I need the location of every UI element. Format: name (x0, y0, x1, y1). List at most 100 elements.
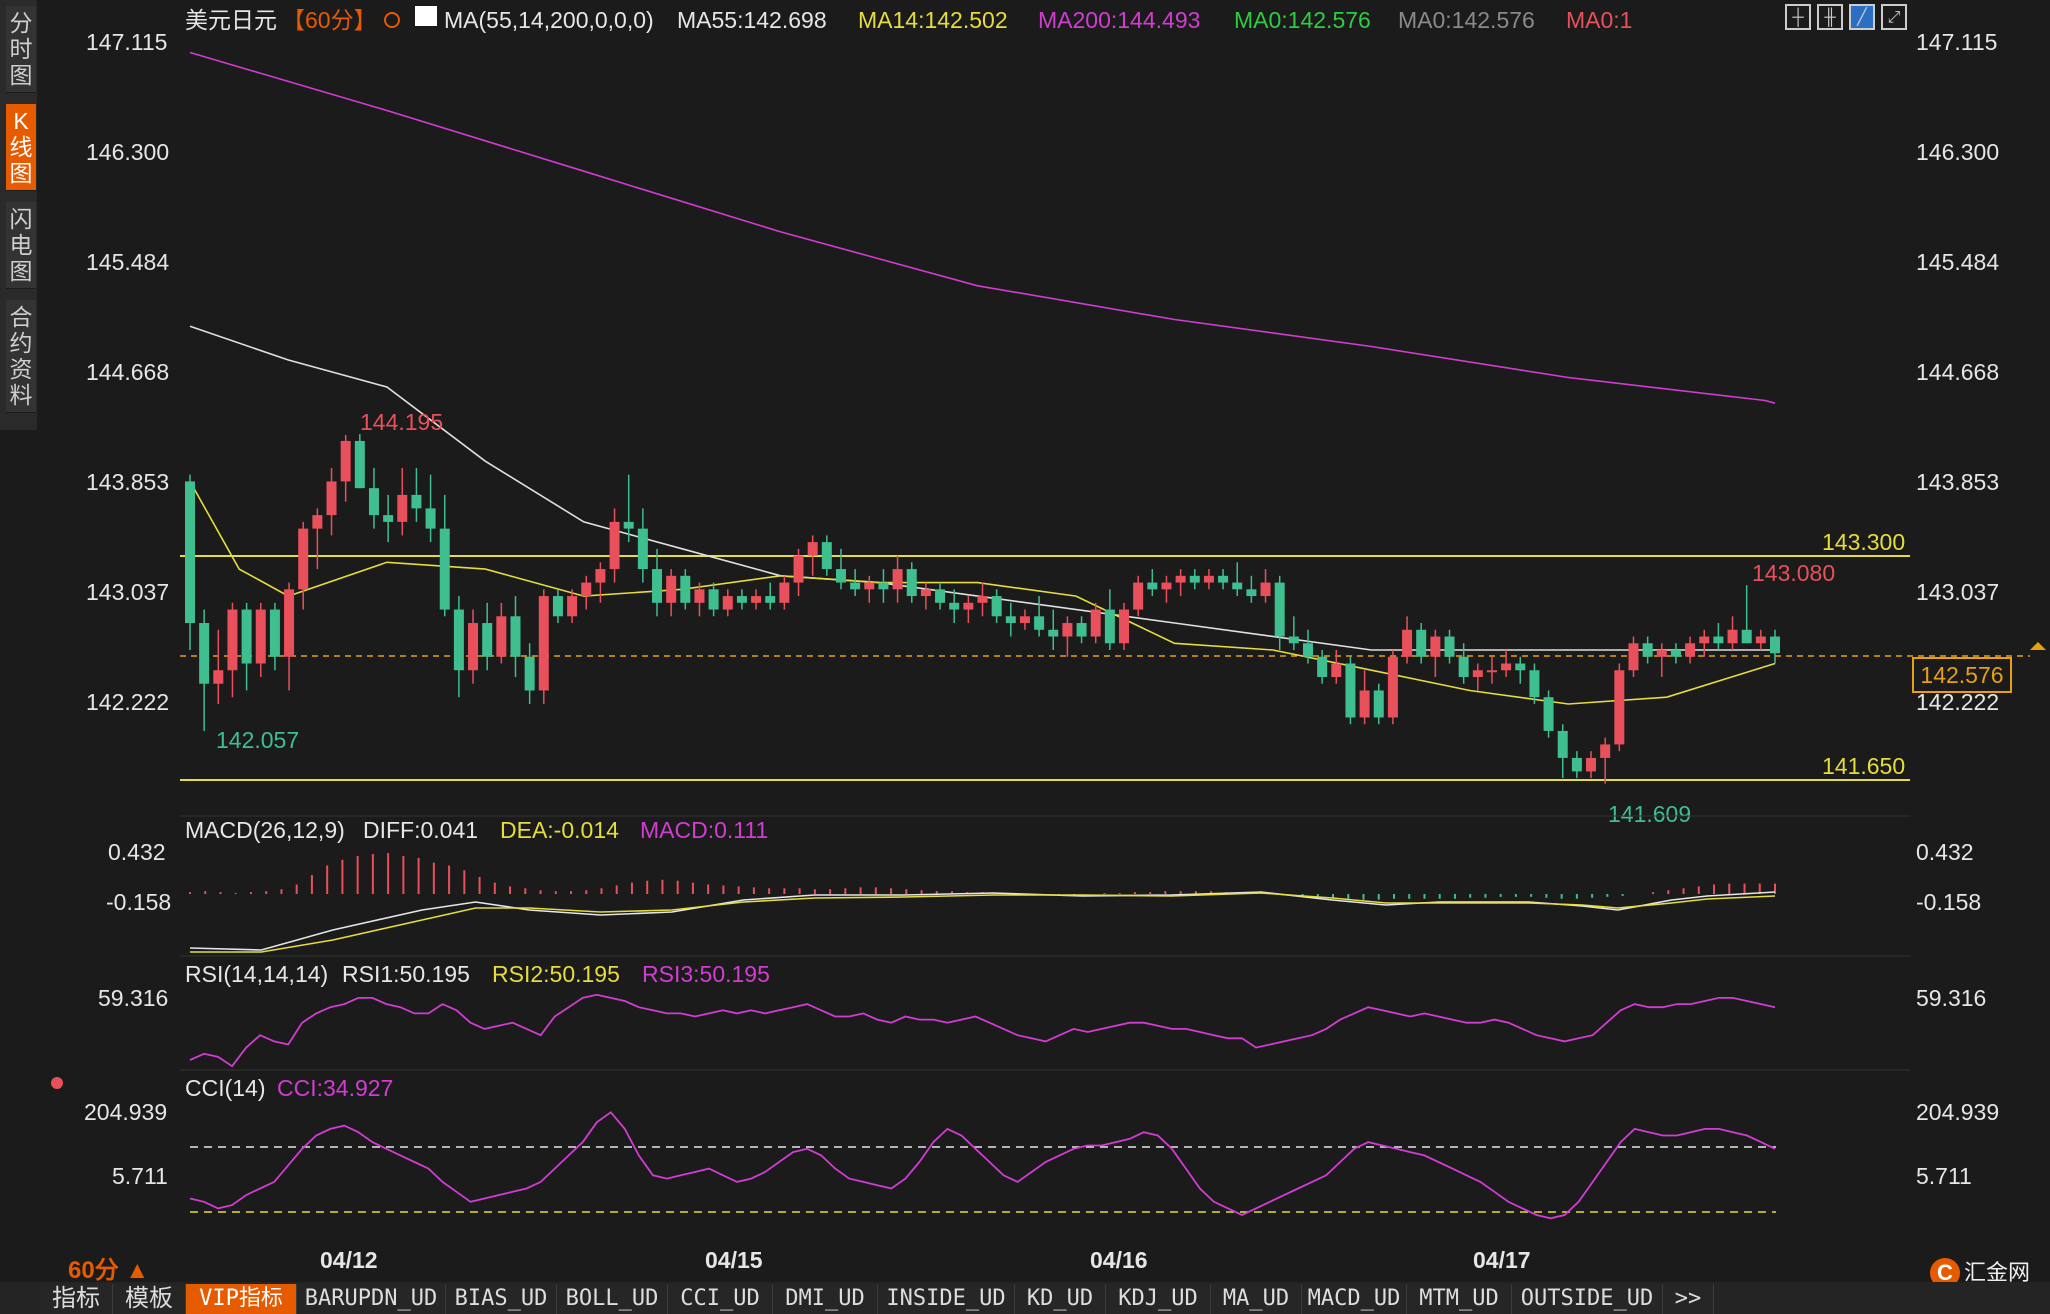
ma14-value: MA14:142.502 (858, 7, 1008, 33)
price-tick-right: 144.668 (1916, 359, 1999, 385)
price-tick-right: 146.300 (1916, 139, 1999, 165)
low2-annotation: 141.609 (1608, 801, 1691, 827)
candle-body (284, 589, 295, 657)
candle-body (1543, 697, 1554, 731)
candle-body (340, 440, 351, 482)
candle-body (595, 569, 606, 583)
price-tick-left: 144.668 (86, 359, 169, 385)
cci-axis-bottom-right: 5.711 (1916, 1163, 1972, 1189)
candle-body (510, 616, 521, 657)
candle-body (1444, 636, 1455, 657)
chart-canvas[interactable]: 美元日元 【60分】 MA(55,14,200,0,0,0) MA55:142.… (0, 0, 2050, 1282)
indicator-tab-6[interactable]: CCI_UD (668, 1284, 773, 1314)
rsi1-value: RSI1:50.195 (342, 961, 470, 987)
candle-body (496, 616, 507, 657)
date-label-1: 04/12 (320, 1247, 378, 1273)
candle-body (383, 515, 394, 522)
candle-body (1515, 663, 1526, 671)
candle-body (397, 494, 408, 522)
indicator-tab-11[interactable]: MA_UD (1211, 1284, 1302, 1314)
price-tick-left: 145.484 (86, 249, 169, 275)
candle-body (439, 528, 450, 610)
low-annotation: 142.057 (216, 727, 299, 753)
indicator-tab-2[interactable]: VIP指标 (186, 1284, 297, 1314)
macd-title: MACD(26,12,9) (185, 817, 345, 843)
main-legend: 美元日元 【60分】 MA(55,14,200,0,0,0) MA55:142.… (185, 6, 1632, 33)
candle-body (241, 609, 252, 664)
price-tick-right: 143.853 (1916, 469, 1999, 495)
price-tick-left: 146.300 (86, 139, 169, 165)
candle-body (807, 542, 818, 556)
candle-body (1713, 636, 1724, 644)
indicator-tab-13[interactable]: MTM_UD (1407, 1284, 1512, 1314)
candle-body (255, 609, 266, 664)
candle-body (524, 656, 535, 691)
candle-body (906, 569, 917, 597)
current-price-arrow-icon (2030, 642, 2046, 650)
candle-body (227, 609, 238, 671)
price-tick-left: 143.853 (86, 469, 169, 495)
indicator-tab-15[interactable]: >> (1663, 1284, 1714, 1314)
price-axis-right: 147.115 146.300 145.484 144.668 143.853 143.0… (1916, 29, 1999, 715)
price-tick-left: 143.037 (86, 579, 169, 605)
candle-body (637, 528, 648, 570)
candle-body (779, 582, 790, 603)
rsi-plot (189, 993, 1776, 1068)
indicator-tab-0[interactable]: 指标 (40, 1284, 113, 1314)
candle-body (411, 494, 422, 509)
indicator-tab-4[interactable]: BIAS_UD (446, 1284, 557, 1314)
candle-body (1203, 575, 1214, 583)
candle-body (1331, 663, 1342, 677)
candle-body (1741, 629, 1752, 644)
period-selector[interactable]: 60分 ▲ (68, 1250, 149, 1285)
candle-body (1317, 656, 1328, 677)
indicator-tab-8[interactable]: INSIDE_UD (878, 1284, 1015, 1314)
settings-icon[interactable] (384, 12, 400, 28)
candle-body (1670, 650, 1681, 657)
cci-axis-bottom-left: 5.711 (112, 1163, 168, 1189)
indicator-tab-3[interactable]: BARUPDN_UD (297, 1284, 446, 1314)
macd-diff-line (189, 891, 1776, 951)
candle-body (793, 555, 804, 583)
candle-body (991, 596, 1002, 617)
candle-body (354, 440, 365, 489)
high2-annotation: 143.080 (1752, 560, 1835, 586)
price-tick-left: 147.115 (86, 29, 167, 55)
macd-macd: MACD:0.111 (640, 817, 768, 843)
candle-body (1218, 575, 1229, 583)
candle-body (1345, 663, 1356, 718)
current-price-tag: 142.576 (1912, 657, 2012, 693)
candle-body (1288, 636, 1299, 644)
candle-body (581, 582, 592, 597)
candle-body (1104, 609, 1115, 644)
macd-axis-bottom-right: -0.158 (1916, 889, 1981, 915)
rsi-legend: RSI(14,14,14) RSI1:50.195 RSI2:50.195 RS… (185, 961, 770, 987)
indicator-tab-10[interactable]: KDJ_UD (1106, 1284, 1211, 1314)
indicator-tab-12[interactable]: MACD_UD (1302, 1284, 1407, 1314)
macd-axis-top-right: 0.432 (1916, 839, 1974, 865)
candle-body (1472, 670, 1483, 677)
indicator-tab-5[interactable]: BOLL_UD (557, 1284, 668, 1314)
candle-body (1699, 636, 1710, 644)
rsi2-value: RSI2:50.195 (492, 961, 620, 987)
candle-body (298, 528, 309, 590)
candle-body (453, 609, 464, 671)
record-icon[interactable] (51, 1077, 63, 1089)
candle-body (963, 602, 974, 610)
indicator-tab-14[interactable]: OUTSIDE_UD (1512, 1284, 1663, 1314)
candle-body (708, 589, 719, 610)
candle-body (1076, 623, 1087, 637)
candle-body (1430, 636, 1441, 657)
candle-body (1501, 663, 1512, 671)
candle-body (1571, 757, 1582, 772)
indicator-icon[interactable] (415, 6, 437, 26)
indicator-tab-9[interactable]: KD_UD (1015, 1284, 1106, 1314)
candle-body (1614, 670, 1625, 745)
symbol-name: 美元日元 (185, 7, 277, 33)
candle-body (949, 602, 960, 610)
indicator-tab-7[interactable]: DMI_UD (773, 1284, 878, 1314)
indicator-tab-1[interactable]: 模板 (113, 1284, 186, 1314)
candle-body (1260, 582, 1271, 597)
cci-axis-top-left: 204.939 (84, 1099, 167, 1125)
candle-body (326, 481, 337, 516)
